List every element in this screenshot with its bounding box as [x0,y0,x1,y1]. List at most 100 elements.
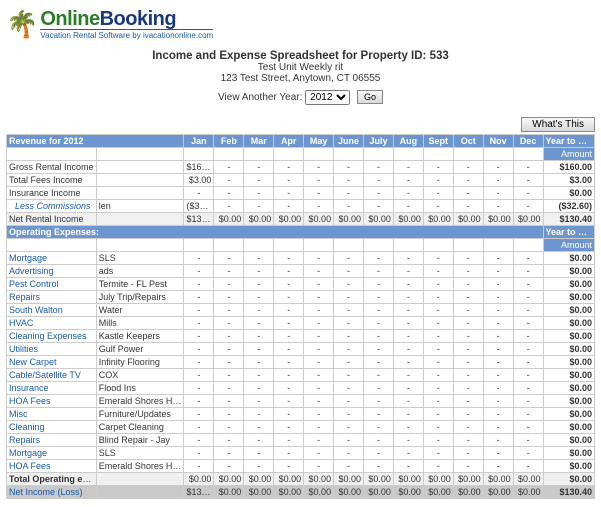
cell: - [364,382,394,395]
cell: - [423,356,453,369]
expense-row: RepairsJuly Trip/Repairs------------$0.0… [7,291,595,304]
cell: - [483,395,513,408]
row-label: Net Rental Income [7,213,97,226]
cell: - [513,330,543,343]
row-label[interactable]: HOA Fees [7,395,97,408]
cell: - [453,395,483,408]
row-label[interactable]: Cleaning Expenses [7,330,97,343]
row-label[interactable]: Pest Control [7,278,97,291]
cell: - [483,291,513,304]
ytd-cell: $0.00 [543,460,594,473]
month-header: Mar [244,135,274,148]
cell: - [423,343,453,356]
cell: - [453,434,483,447]
cell: - [393,265,423,278]
cell: - [274,304,304,317]
cell: - [513,460,543,473]
cell: - [423,265,453,278]
row-label[interactable]: Insurance [7,382,97,395]
row-label[interactable]: Repairs [7,291,97,304]
cell: - [214,161,244,174]
cell: - [483,460,513,473]
month-header: Feb [214,135,244,148]
cell: - [453,460,483,473]
ytd-cell: $0.00 [543,395,594,408]
go-button[interactable]: Go [357,90,383,104]
cell: - [274,395,304,408]
cell: - [364,161,394,174]
cell: - [513,161,543,174]
row-desc [96,174,184,187]
address: 123 Test Street, Anytown, CT 06555 [6,73,595,84]
whats-this-button[interactable]: What's This [521,117,595,132]
cell: - [513,434,543,447]
cell: - [304,317,334,330]
cell: - [304,421,334,434]
cell: - [483,421,513,434]
row-label[interactable]: Misc [7,408,97,421]
row-desc: COX [96,369,184,382]
year-select[interactable]: 2012 [305,90,350,105]
row-label[interactable]: Mortgage [7,447,97,460]
income-expense-table: Revenue for 2012JanFebMarAprMayJuneJulyA… [6,134,595,499]
cell: - [364,304,394,317]
cell: - [214,252,244,265]
expense-row: HOA FeesEmerald Shores HOA------------$0… [7,460,595,473]
cell: - [304,278,334,291]
cell: - [393,317,423,330]
logo-text: OnlineBooking [40,8,213,31]
cell: $0.00 [274,473,304,486]
cell: - [393,343,423,356]
row-label[interactable]: Advertising [7,265,97,278]
cell: - [453,161,483,174]
month-header: May [304,135,334,148]
cell: - [423,200,453,213]
cell: - [274,317,304,330]
row-desc: Emerald Shores HOA [96,460,184,473]
cell: - [304,330,334,343]
cell: - [453,382,483,395]
cell: $0.00 [364,486,394,499]
cell: - [483,265,513,278]
month-header: July [364,135,394,148]
cell: - [184,447,214,460]
amount-label: Amount [543,148,594,161]
expense-row: New CarpetInfinity Flooring------------$… [7,356,595,369]
row-label[interactable]: Repairs [7,434,97,447]
cell: - [393,330,423,343]
row-label[interactable]: HVAC [7,317,97,330]
row-label[interactable]: New Carpet [7,356,97,369]
row-label[interactable]: Net Income (Loss) [7,486,97,499]
cell: - [423,447,453,460]
cell: - [393,421,423,434]
cell: - [423,291,453,304]
cell: - [334,174,364,187]
row-label[interactable]: Cleaning [7,421,97,434]
cell: - [304,252,334,265]
row-label[interactable]: Cable/Satellite TV [7,369,97,382]
cell: - [274,460,304,473]
cell: - [483,434,513,447]
cell: - [513,421,543,434]
cell: - [274,278,304,291]
cell: - [423,252,453,265]
expense-row: InsuranceFlood Ins------------$0.00 [7,382,595,395]
row-desc: ads [96,265,184,278]
cell: - [244,187,274,200]
cell: - [453,421,483,434]
row-label[interactable]: Mortgage [7,252,97,265]
cell: $0.00 [513,486,543,499]
cell: - [513,187,543,200]
row-label[interactable]: HOA Fees [7,460,97,473]
cell: $0.00 [453,473,483,486]
row-desc: Mills [96,317,184,330]
cell: $160.00 [184,161,214,174]
cell: $0.00 [423,213,453,226]
row-desc [96,213,184,226]
cell: - [453,408,483,421]
cell: $0.00 [304,486,334,499]
cell: $0.00 [453,486,483,499]
row-label[interactable]: Utilities [7,343,97,356]
cell: - [483,356,513,369]
row-label[interactable]: South Walton [7,304,97,317]
